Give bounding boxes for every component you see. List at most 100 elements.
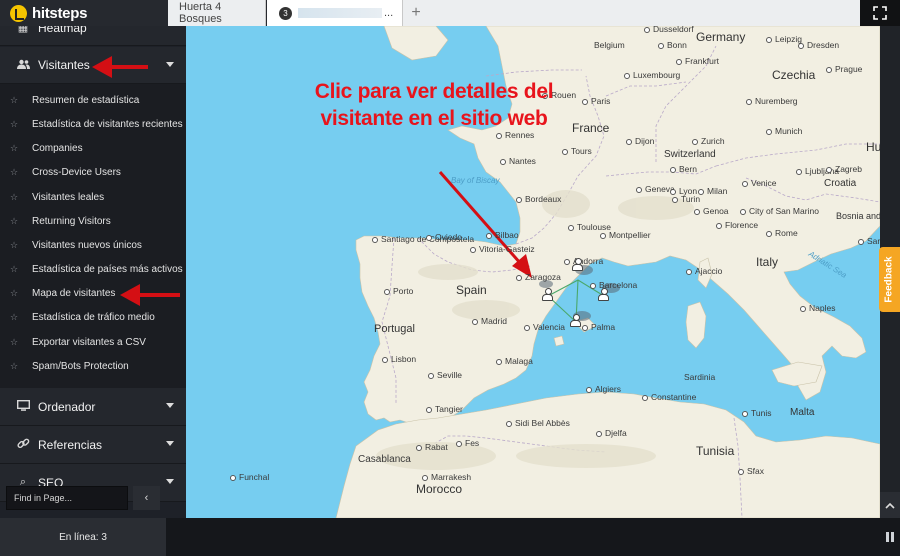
- map-country-label: Morocco: [416, 482, 463, 496]
- map-city-label: Zurich: [692, 136, 725, 146]
- map-city-label: Sidi Bel Abbès: [506, 418, 570, 428]
- annotation-text: Clic para ver detalles del visitante en …: [314, 80, 554, 130]
- map-city-label: Dresden: [798, 40, 839, 50]
- visitor-marker-icon[interactable]: [572, 258, 583, 271]
- submenu-item-returning[interactable]: ☆ Returning Visitors: [10, 211, 111, 231]
- tab-badge: 3: [279, 6, 292, 20]
- star-icon: ☆: [10, 142, 19, 153]
- map-country-label: Hunga: [866, 140, 880, 154]
- sidebar-item-label: Referencias: [38, 437, 103, 452]
- tab-huerta[interactable]: Huerta 4 Bosques: [168, 0, 266, 26]
- map-city-label: Genoa: [694, 206, 729, 216]
- annotation-arrow-visitantes: [92, 56, 148, 78]
- sidebar-item-referencias[interactable]: Referencias: [0, 426, 186, 464]
- submenu-item-resumen[interactable]: ☆ Resumen de estadística: [10, 90, 139, 110]
- link-icon: [16, 437, 30, 453]
- map-city-label: Andorra: [564, 256, 603, 266]
- map-city-label: Funchal: [230, 472, 269, 482]
- map-city-label: Seville: [428, 370, 462, 380]
- tab-strip-empty: [429, 0, 860, 26]
- chevron-down-icon: [166, 403, 174, 408]
- chevron-up-icon[interactable]: [880, 492, 900, 518]
- annotation-arrow-mapa: [120, 284, 180, 306]
- map-city-label: Bern: [670, 164, 697, 174]
- submenu-item-companies[interactable]: ☆ Companies: [10, 138, 83, 158]
- submenu-item-cross-device[interactable]: ☆ Cross-Device Users: [10, 162, 121, 182]
- online-count: En línea: 3: [59, 531, 107, 543]
- submenu-item-label: Resumen de estadística: [32, 94, 140, 106]
- map-city-label: Nantes: [500, 156, 536, 166]
- sidebar-item-label: Visitantes: [38, 58, 90, 72]
- map-city-label: Algiers: [586, 384, 621, 394]
- map-city-label: Dijon: [626, 136, 654, 146]
- submenu-item-exportar[interactable]: ☆ Exportar visitantes a CSV: [10, 332, 146, 352]
- map-city-label: Malaga: [496, 356, 533, 366]
- map-city-label: Luxembourg: [624, 70, 680, 80]
- map-city-label: Frankfurt: [676, 56, 719, 66]
- sidebar-item-label: Ordenador: [38, 399, 96, 414]
- map-city-label: Turin: [672, 194, 700, 204]
- star-icon: ☆: [10, 166, 19, 177]
- star-icon: ☆: [10, 263, 19, 274]
- visitor-map[interactable]: Bay of Biscay Adriatic Sea Germany Czech…: [186, 26, 880, 518]
- map-city-label: Fes: [456, 438, 479, 448]
- fullscreen-icon[interactable]: [860, 0, 900, 26]
- map-city-label: Ajaccio: [686, 266, 722, 276]
- pause-icon[interactable]: [882, 527, 898, 547]
- add-tab-button[interactable]: +: [403, 0, 429, 26]
- hitsteps-logo[interactable]: hitsteps: [10, 3, 87, 23]
- map-country-label: Germany: [696, 30, 746, 44]
- map-city-label: Djelfa: [596, 428, 627, 438]
- map-city-label: Sfax: [738, 466, 764, 476]
- map-city-label: Prague: [826, 64, 862, 74]
- submenu-item-trafico[interactable]: ☆ Estadística de tráfico medio: [10, 307, 155, 327]
- feedback-button[interactable]: Feedback: [879, 247, 900, 312]
- submenu-item-leales[interactable]: ☆ Visitantes leales: [10, 187, 104, 207]
- map-city-label: Geneva: [636, 184, 675, 194]
- map-city-label: Venice: [742, 178, 777, 188]
- submenu-item-spam[interactable]: ☆ Spam/Bots Protection: [10, 356, 129, 376]
- brand-name: hitsteps: [32, 4, 88, 22]
- submenu-item-nuevos[interactable]: ☆ Visitantes nuevos únicos: [10, 235, 142, 255]
- submenu-item-label: Spam/Bots Protection: [32, 360, 129, 372]
- visitor-marker-icon[interactable]: [542, 288, 553, 301]
- map-city-label: Bilbao: [486, 230, 519, 240]
- map-city-label: Zaragoza: [516, 272, 561, 282]
- star-icon: ☆: [10, 118, 19, 129]
- find-in-page-input[interactable]: [6, 486, 128, 510]
- tab-active-site[interactable]: 3 ...: [267, 0, 403, 26]
- feedback-label: Feedback: [884, 256, 896, 303]
- submenu-item-label: Companies: [32, 142, 83, 154]
- chevron-down-icon: [166, 62, 174, 67]
- visitor-marker-icon[interactable]: [570, 314, 581, 327]
- submenu-item-recientes[interactable]: ☆ Estadística de visitantes recientes: [10, 114, 183, 134]
- submenu-item-label: Estadística de países más activos: [32, 263, 183, 275]
- map-city-label: Paris: [582, 96, 610, 106]
- star-icon: ☆: [10, 191, 19, 202]
- online-status: En línea: 3: [0, 518, 166, 556]
- collapse-sidebar-button[interactable]: ‹: [133, 486, 160, 510]
- visitor-marker-icon[interactable]: [598, 288, 609, 301]
- map-sea-label: Bay of Biscay: [451, 176, 500, 185]
- visitantes-submenu: ☆ Resumen de estadística ☆ Estadística de …: [0, 84, 186, 388]
- submenu-item-mapa[interactable]: ☆ Mapa de visitantes: [10, 283, 115, 303]
- map-country-label: Croatia: [824, 178, 857, 189]
- map-country-label: Bosnia and Herzegovina: [836, 211, 880, 221]
- submenu-item-label: Returning Visitors: [32, 215, 111, 227]
- map-city-label: Milan: [698, 186, 727, 196]
- submenu-item-label: Mapa de visitantes: [32, 287, 116, 299]
- map-country-label: Tunisia: [696, 444, 735, 458]
- submenu-item-paises[interactable]: ☆ Estadística de países más activos: [10, 259, 183, 279]
- star-icon: ☆: [10, 239, 19, 250]
- map-city-label: Tangier: [426, 404, 463, 414]
- bottom-bar: [166, 518, 900, 556]
- map-city-label: Belgium: [594, 40, 625, 50]
- map-country-label: Switzerland: [664, 149, 716, 160]
- sidebar: ▦ Heatmap Visitantes ☆ Resumen de estadís…: [0, 26, 186, 518]
- map-city-label: Constantine: [642, 392, 696, 402]
- map-city-label: Casablanca: [358, 454, 411, 465]
- sidebar-item-ordenador[interactable]: Ordenador: [0, 388, 186, 426]
- map-city-label: Naples: [800, 303, 835, 313]
- monitor-icon: [16, 399, 30, 414]
- sidebar-item-heatmap[interactable]: ▦ Heatmap: [0, 26, 186, 46]
